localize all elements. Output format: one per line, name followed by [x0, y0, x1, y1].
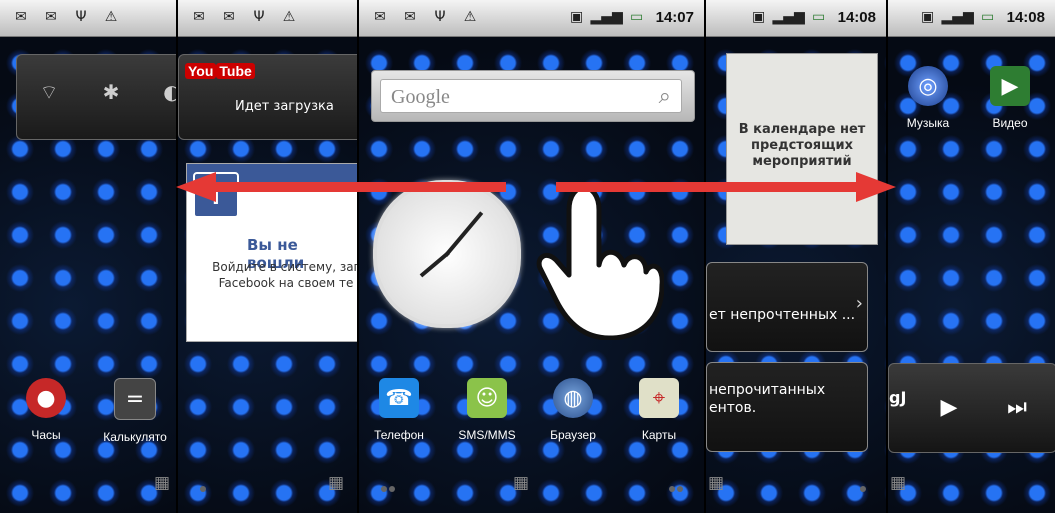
track-label: gJ — [889, 388, 907, 407]
app-browser[interactable]: ◍ Браузер — [533, 378, 613, 442]
email-icon: ✉ — [223, 9, 235, 25]
clock: 14:07 — [655, 8, 694, 26]
app-label: Часы — [31, 428, 61, 442]
app-label: Телефон — [374, 428, 424, 442]
browser-globe-icon: ◍ — [553, 378, 593, 418]
facebook-text: Войдите в систему, заг Facebook на своем… — [212, 260, 357, 290]
usb-icon: Ψ — [75, 9, 87, 25]
gps-icon[interactable]: ◐ — [160, 80, 176, 104]
app-drawer-icon[interactable]: ▦ — [708, 473, 728, 493]
power-control-widget: ⌔ ✱ ◐ — [16, 54, 176, 140]
wifi-icon[interactable]: ⌔ — [37, 80, 61, 104]
usb-icon: Ψ — [253, 9, 265, 25]
status-bar: ✉ ✉ Ψ ⚠ ▣ ▂▄▆ ▭ 14:07 — [359, 0, 704, 37]
email-icon: ✉ — [404, 9, 416, 25]
bluetooth-icon[interactable]: ✱ — [99, 80, 123, 104]
battery-icon: ▭ — [812, 9, 826, 25]
chevron-right-icon: › — [855, 293, 863, 314]
signal-icon: ▂▄▆ — [772, 9, 805, 25]
status-bar: ✉ ✉ Ψ ⚠ — [0, 0, 176, 37]
page-indicator — [389, 486, 395, 492]
signal-icon: ▂▄▆ — [590, 9, 623, 25]
app-label: Видео — [992, 116, 1028, 130]
gmail-icon: ✉ — [15, 9, 27, 25]
sms-icon: ☺ — [467, 378, 507, 418]
status-bar: ▣ ▂▄▆ ▭ 14:08 — [888, 0, 1055, 37]
app-drawer-icon[interactable]: ▦ — [328, 473, 348, 493]
calendar-text: В календаре нет предстоящих мероприятий — [738, 122, 866, 169]
home-panel-1: ✉ ✉ Ψ ⚠ ⌔ ✱ ◐ ● Часы = Калькулято ▦ — [0, 0, 176, 513]
swipe-arrow-right — [556, 172, 896, 202]
clock-hand — [444, 211, 484, 257]
page-indicator — [381, 486, 387, 492]
app-drawer-icon[interactable]: ▦ — [513, 473, 533, 493]
app-clock[interactable]: ● Часы — [6, 378, 86, 442]
app-label: Браузер — [550, 428, 596, 442]
clock: 14:08 — [837, 8, 876, 26]
analog-clock-widget[interactable] — [373, 180, 521, 328]
clock: 14:08 — [1006, 8, 1045, 26]
youtube-status: Идет загрузка — [235, 99, 334, 114]
app-sms[interactable]: ☺ SMS/MMS — [447, 378, 527, 442]
next-icon[interactable]: ⏭ — [997, 388, 1037, 428]
youtube-logo: You Tube — [185, 63, 255, 79]
status-bar: ✉ ✉ Ψ ⚠ — [178, 0, 357, 37]
warning-icon: ⚠ — [104, 9, 118, 25]
play-icon[interactable]: ▶ — [929, 388, 969, 428]
calendar-widget[interactable]: В календаре нет предстоящих мероприятий — [726, 53, 878, 245]
warning-icon: ⚠ — [463, 9, 477, 25]
sim-icon: ▣ — [570, 9, 584, 25]
music-player-widget[interactable]: gJ ▶ ⏭ — [888, 363, 1055, 453]
google-search-widget[interactable]: Google ⌕ — [371, 70, 695, 122]
app-music[interactable]: ◎ Музыка — [888, 66, 968, 130]
clock-hand — [419, 251, 450, 278]
search-icon[interactable]: ⌕ — [659, 84, 671, 109]
calculator-icon: = — [114, 378, 156, 420]
page-indicator — [860, 486, 866, 492]
app-phone[interactable]: ☎ Телефон — [359, 378, 439, 442]
status-bar: ▣ ▂▄▆ ▭ 14:08 — [706, 0, 886, 37]
gmail-icon: ✉ — [193, 9, 205, 25]
phone-icon: ☎ — [379, 378, 419, 418]
swipe-arrow-left — [176, 172, 506, 202]
google-label: Google — [391, 86, 450, 108]
gmail-icon: ✉ — [374, 9, 386, 25]
warning-icon: ⚠ — [282, 9, 296, 25]
home-panel-3: ✉ ✉ Ψ ⚠ ▣ ▂▄▆ ▭ 14:07 Google ⌕ ☎ Телефон… — [359, 0, 704, 513]
app-video[interactable]: ▶ Видео — [970, 66, 1050, 130]
maps-icon: ⌖ — [639, 378, 679, 418]
home-panel-5: ▣ ▂▄▆ ▭ 14:08 ◎ Музыка ▶ Видео gJ ▶ ⏭ ▦ — [888, 0, 1055, 513]
video-icon: ▶ — [990, 66, 1030, 106]
home-panel-2: ✉ ✉ Ψ ⚠ YouTube Идет загрузка f Вы не во… — [178, 0, 357, 513]
signal-icon: ▂▄▆ — [941, 9, 974, 25]
app-maps[interactable]: ⌖ Карты — [619, 378, 699, 442]
message-widget-2[interactable]: непрочитанных ентов. — [706, 362, 868, 452]
email-icon: ✉ — [45, 9, 57, 25]
message-widget-1[interactable]: ет непрочтенных ... › — [706, 262, 868, 352]
app-label: Калькулято — [103, 430, 167, 444]
usb-icon: Ψ — [434, 9, 446, 25]
app-calculator[interactable]: = Калькулято — [95, 378, 175, 444]
sim-icon: ▣ — [921, 9, 935, 25]
battery-icon: ▭ — [630, 9, 644, 25]
clock-app-icon: ● — [26, 378, 66, 418]
home-panel-4: ▣ ▂▄▆ ▭ 14:08 В календаре нет предстоящи… — [706, 0, 886, 513]
page-indicator — [200, 486, 206, 492]
app-label: Карты — [641, 428, 677, 442]
app-label: SMS/MMS — [458, 428, 516, 442]
google-search-box[interactable]: Google ⌕ — [380, 79, 682, 113]
app-drawer-icon[interactable]: ▦ — [154, 473, 174, 493]
message-text: ет непрочтенных ... — [709, 307, 856, 323]
youtube-widget[interactable]: You Tube Идет загрузка — [178, 54, 357, 140]
page-indicator — [677, 486, 683, 492]
sim-icon: ▣ — [752, 9, 766, 25]
app-label: Музыка — [906, 116, 950, 130]
battery-icon: ▭ — [981, 9, 995, 25]
app-drawer-icon[interactable]: ▦ — [890, 473, 910, 493]
music-icon: ◎ — [908, 66, 948, 106]
page-indicator — [669, 486, 675, 492]
message-text: непрочитанных ентов. — [709, 382, 826, 416]
